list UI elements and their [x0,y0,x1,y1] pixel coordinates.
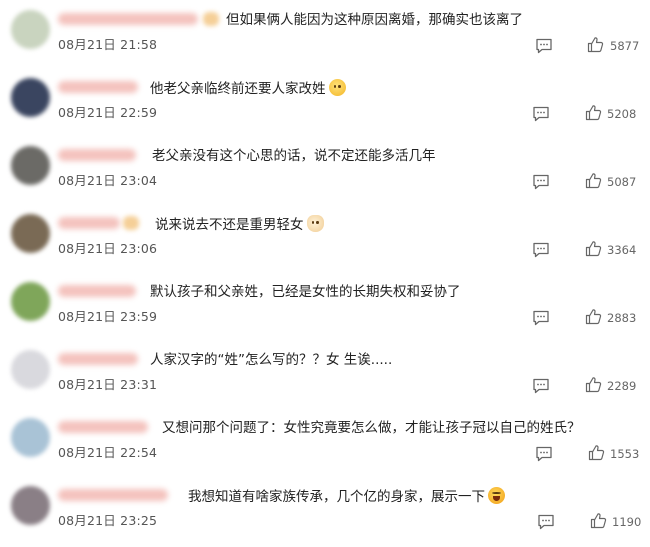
comment-text: 又想问那个问题了：女性究竟要怎么做，才能让孩子冠以自己的姓氏？ [162,420,581,436]
laugh-emoji-icon [488,487,505,504]
comment-time: 08月21日 22:54 [58,445,158,460]
dog-emoji-icon [306,215,324,232]
comment-text: 但如果俩人能因为这种原因离婚，那确实也该离了 [226,12,523,28]
like-icon[interactable] [585,308,602,325]
avatar[interactable] [11,418,50,457]
username-blurred[interactable] [58,489,168,501]
comment-time: 08月21日 23:25 [58,513,158,528]
reply-icon[interactable] [532,310,550,326]
avatar[interactable] [11,78,50,117]
like-icon[interactable] [588,444,605,461]
username-blurred[interactable] [58,353,138,365]
avatar[interactable] [11,486,50,525]
avatar[interactable] [11,146,50,185]
avatar[interactable] [11,282,50,321]
like-count: 5208 [607,107,637,121]
comment-time: 08月21日 23:04 [58,173,158,188]
like-count: 1190 [612,515,642,529]
username-blurred[interactable] [58,149,136,161]
user-badge-icon [203,12,219,26]
comment-text: 默认孩子和父亲姓，已经是女性的长期失权和妥协了 [150,284,461,300]
comment-item[interactable]: 又想问那个问题了：女性究竟要怎么做，才能让孩子冠以自己的姓氏？ 08月21日 2… [0,411,650,479]
comment-item[interactable]: 我想知道有啥家族传承，几个亿的身家，展示一下 08月21日 23:25 1190 [0,479,650,547]
comment-text: 人家汉字的“姓”怎么写的？？女 生诶..... [150,352,393,368]
comment-item[interactable]: 人家汉字的“姓”怎么写的？？女 生诶..... 08月21日 23:31 228… [0,343,650,411]
comment-item[interactable]: 他老父亲临终前还要人家改姓 08月21日 22:59 5208 [0,71,650,139]
avatar[interactable] [11,214,50,253]
like-count: 2883 [607,311,637,325]
comment-time: 08月21日 23:59 [58,309,158,324]
reply-icon[interactable] [535,446,553,462]
comment-text: 老父亲没有这个心思的话，说不定还能多活几年 [152,148,436,164]
comment-item[interactable]: 说来说去不还是重男轻女 08月21日 23:06 3364 [0,207,650,275]
like-count: 1553 [610,447,640,461]
comment-text: 他老父亲临终前还要人家改姓 [150,79,346,98]
avatar[interactable] [11,10,50,49]
comment-text: 说来说去不还是重男轻女 [155,215,324,234]
like-icon[interactable] [585,172,602,189]
comment-time: 08月21日 21:58 [58,37,158,52]
comment-item[interactable]: 默认孩子和父亲姓，已经是女性的长期失权和妥协了 08月21日 23:59 288… [0,275,650,343]
reply-icon[interactable] [532,106,550,122]
username-blurred[interactable] [58,421,148,433]
comment-text: 我想知道有啥家族传承，几个亿的身家，展示一下 [188,487,505,506]
like-count: 5087 [607,175,637,189]
avatar[interactable] [11,350,50,389]
like-icon[interactable] [587,36,604,53]
like-icon[interactable] [590,512,607,529]
comment-item[interactable]: 但如果俩人能因为这种原因离婚，那确实也该离了 08月21日 21:58 5877 [0,3,650,71]
like-count: 5877 [610,39,640,53]
like-icon[interactable] [585,376,602,393]
like-icon[interactable] [585,240,602,257]
smile-emoji-icon [328,79,346,96]
like-count: 3364 [607,243,637,257]
comment-item[interactable]: 老父亲没有这个心思的话，说不定还能多活几年 08月21日 23:04 5087 [0,139,650,207]
username-blurred[interactable] [58,285,136,297]
username-blurred[interactable] [58,217,120,229]
comment-time: 08月21日 23:31 [58,377,158,392]
comment-time: 08月21日 22:59 [58,105,158,120]
user-badge-icon [123,216,139,230]
reply-icon[interactable] [532,242,550,258]
reply-icon[interactable] [532,174,550,190]
like-count: 2289 [607,379,637,393]
reply-icon[interactable] [537,514,555,530]
username-blurred[interactable] [58,81,138,93]
reply-icon[interactable] [532,378,550,394]
comment-time: 08月21日 23:06 [58,241,158,256]
username-blurred[interactable] [58,13,198,25]
like-icon[interactable] [585,104,602,121]
reply-icon[interactable] [535,38,553,54]
